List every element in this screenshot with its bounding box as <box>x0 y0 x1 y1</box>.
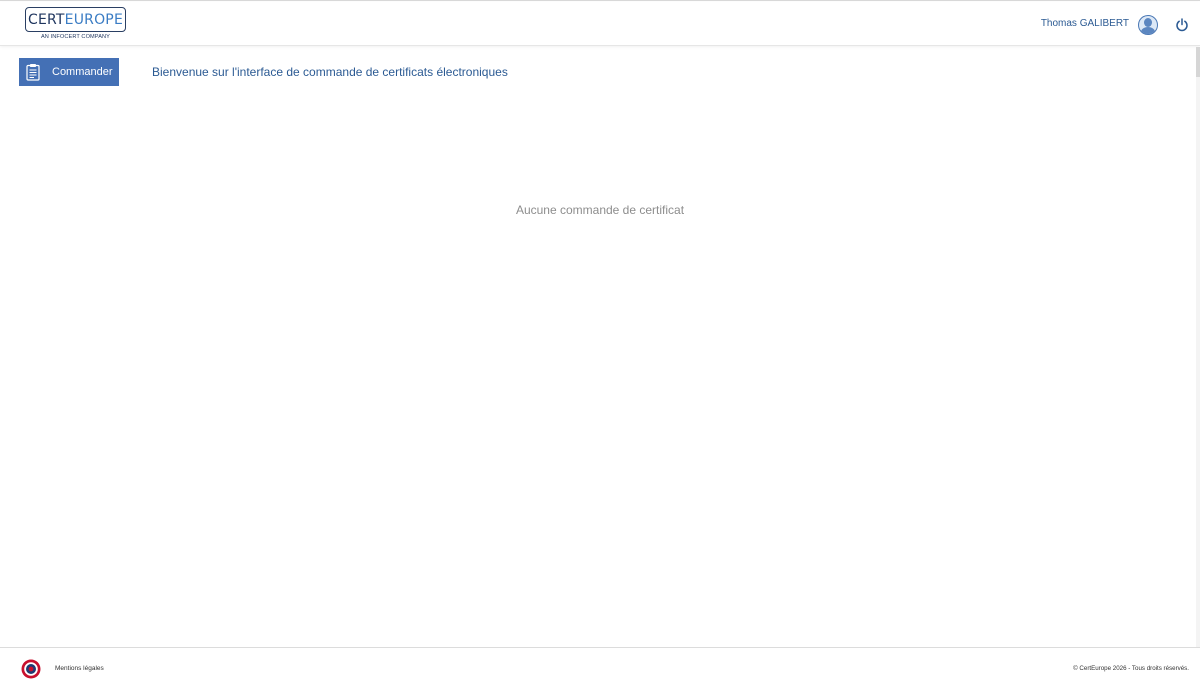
vertical-scrollbar[interactable] <box>1196 47 1200 647</box>
certeurope-logo[interactable]: CERTEUROPE AN INFOCERT COMPANY <box>25 7 126 43</box>
welcome-heading: Bienvenue sur l'interface de commande de… <box>152 65 508 79</box>
scrollbar-thumb[interactable] <box>1196 47 1200 77</box>
copyright-text: © CertEurope 2026 - Tous droits réservés… <box>1073 665 1189 672</box>
legal-notice-link[interactable]: Mentions légales <box>55 665 104 672</box>
clipboard-icon <box>26 64 40 81</box>
user-avatar-icon[interactable] <box>1138 15 1158 35</box>
order-button[interactable]: Commander <box>19 58 119 86</box>
french-roundel-icon <box>21 659 41 679</box>
logo-wordmark: CERTEUROPE <box>27 11 123 28</box>
page-footer: Mentions légales © CertEurope 2026 - Tou… <box>0 647 1200 686</box>
logo-frame: CERTEUROPE <box>25 7 126 32</box>
empty-orders-message: Aucune commande de certificat <box>515 203 685 217</box>
power-icon[interactable] <box>1175 18 1189 32</box>
logo-tagline: AN INFOCERT COMPANY <box>40 34 111 40</box>
app-window: CERTEUROPE AN INFOCERT COMPANY Thomas GA… <box>0 0 1200 686</box>
user-name[interactable]: Thomas GALIBERT <box>1041 18 1129 29</box>
top-header: CERTEUROPE AN INFOCERT COMPANY Thomas GA… <box>0 2 1200 46</box>
order-button-label: Commander <box>52 66 113 78</box>
